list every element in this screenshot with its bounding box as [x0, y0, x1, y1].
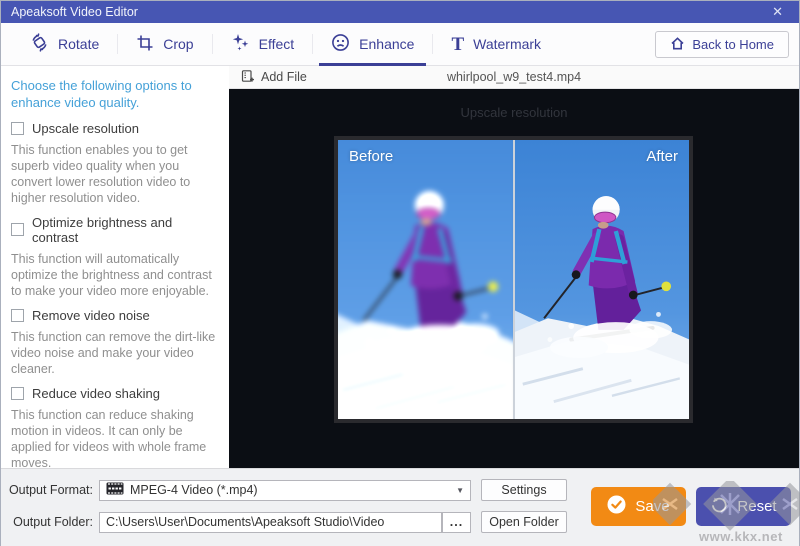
back-to-home-label: Back to Home — [692, 37, 774, 52]
after-label: After — [646, 148, 678, 165]
option-label: Reduce video shaking — [32, 385, 160, 401]
remove-noise-checkbox[interactable] — [11, 308, 24, 322]
tab-enhance[interactable]: Enhance — [316, 23, 429, 66]
watermark-text-icon: T — [451, 33, 465, 55]
home-icon — [670, 36, 685, 54]
output-bar: Output Format: MPEG-4 Video (*.mp4) ▼ Se… — [1, 468, 800, 546]
save-button[interactable]: Save — [591, 487, 686, 526]
output-folder-row: Output Folder: C:\Users\User\Documents\A… — [1, 511, 567, 533]
mpeg-format-icon — [106, 482, 124, 498]
close-icon[interactable]: ✕ — [766, 4, 789, 20]
enhance-face-icon — [331, 33, 350, 55]
sparkles-icon — [231, 33, 250, 55]
site-watermark-text: www.kkx.net — [699, 529, 783, 544]
enhance-sidebar: Choose the following options to enhance … — [1, 66, 229, 495]
add-file-label: Add File — [261, 70, 307, 84]
option-reduce-shaking[interactable]: Reduce video shaking — [11, 386, 219, 401]
save-label: Save — [635, 498, 670, 515]
save-check-icon — [607, 495, 626, 518]
rotate-icon — [30, 33, 49, 55]
dropdown-arrow-icon: ▼ — [456, 485, 464, 495]
app-window: Apeaksoft Video Editor ✕ Rotate Crop Eff… — [0, 0, 800, 546]
output-folder-input[interactable]: C:\Users\User\Documents\Apeaksoft Studio… — [99, 511, 442, 533]
after-pane: After — [515, 140, 690, 419]
video-stage: whirlpool_w9_test4.mp4 Add File Upscale … — [229, 66, 799, 468]
option-description: This function will automatically optimiz… — [11, 251, 212, 298]
before-image — [338, 140, 513, 419]
add-file-button[interactable]: Add File — [241, 69, 307, 86]
option-description: This function enables you to get superb … — [11, 142, 191, 205]
upscale-resolution-checkbox[interactable] — [11, 121, 24, 135]
tab-bar: Rotate Crop Effect Enhance T Watermark B… — [1, 23, 799, 66]
option-label: Optimize brightness and contrast — [32, 214, 173, 245]
reset-button[interactable]: Reset — [696, 487, 791, 526]
option-label: Remove video noise — [32, 307, 150, 323]
tab-rotate-label: Rotate — [58, 36, 100, 52]
video-canvas: Upscale resolution Before After — [229, 89, 799, 468]
sidebar-heading: Choose the following options to enhance … — [11, 78, 192, 110]
reset-rotate-icon — [710, 496, 728, 518]
option-description: This function can reduce shaking motion … — [11, 407, 207, 470]
browse-folder-button[interactable]: ... — [442, 511, 471, 533]
back-to-home-button[interactable]: Back to Home — [655, 31, 789, 58]
reduce-shaking-checkbox[interactable] — [11, 386, 24, 400]
after-image — [515, 140, 690, 419]
option-optimize-brightness[interactable]: Optimize brightness and contrast — [11, 215, 219, 245]
optimize-brightness-checkbox[interactable] — [11, 223, 24, 237]
title-bar: Apeaksoft Video Editor ✕ — [1, 1, 799, 23]
file-bar: whirlpool_w9_test4.mp4 Add File — [229, 66, 799, 89]
output-folder-value: C:\Users\User\Documents\Apeaksoft Studio… — [106, 515, 385, 529]
settings-button[interactable]: Settings — [481, 479, 567, 501]
output-format-row: Output Format: MPEG-4 Video (*.mp4) ▼ Se… — [1, 479, 567, 501]
tab-crop-label: Crop — [163, 36, 194, 52]
crop-icon — [136, 34, 154, 55]
tab-rotate[interactable]: Rotate — [15, 23, 114, 65]
option-upscale-resolution[interactable]: Upscale resolution — [11, 121, 219, 136]
tab-effect[interactable]: Effect — [216, 23, 310, 65]
current-filename: whirlpool_w9_test4.mp4 — [446, 70, 582, 84]
option-label: Upscale resolution — [32, 120, 139, 136]
tab-separator — [211, 34, 213, 54]
add-file-icon — [241, 69, 255, 86]
before-after-preview: Before After — [334, 136, 693, 423]
output-format-value: MPEG-4 Video (*.mp4) — [130, 483, 258, 497]
option-description: This function can remove the dirt-like v… — [11, 329, 216, 376]
tab-separator — [117, 34, 119, 54]
tab-enhance-label: Enhance — [359, 36, 415, 52]
output-format-label: Output Format: — [8, 483, 93, 497]
preview-caption: Upscale resolution — [460, 105, 568, 120]
window-title: Apeaksoft Video Editor — [11, 5, 138, 19]
tab-separator — [432, 34, 434, 54]
tab-watermark[interactable]: T Watermark — [436, 23, 556, 65]
tab-separator — [312, 34, 314, 54]
reset-label: Reset — [737, 498, 777, 515]
tab-effect-label: Effect — [258, 36, 295, 52]
option-remove-noise[interactable]: Remove video noise — [11, 308, 219, 323]
output-folder-label: Output Folder: — [13, 515, 93, 529]
open-folder-button[interactable]: Open Folder — [481, 511, 567, 533]
tab-crop[interactable]: Crop — [121, 23, 208, 65]
tab-watermark-label: Watermark — [473, 36, 542, 52]
before-label: Before — [349, 148, 394, 165]
output-format-select[interactable]: MPEG-4 Video (*.mp4) ▼ — [99, 479, 471, 501]
main-content: Choose the following options to enhance … — [1, 66, 799, 495]
before-pane: Before — [338, 140, 513, 419]
